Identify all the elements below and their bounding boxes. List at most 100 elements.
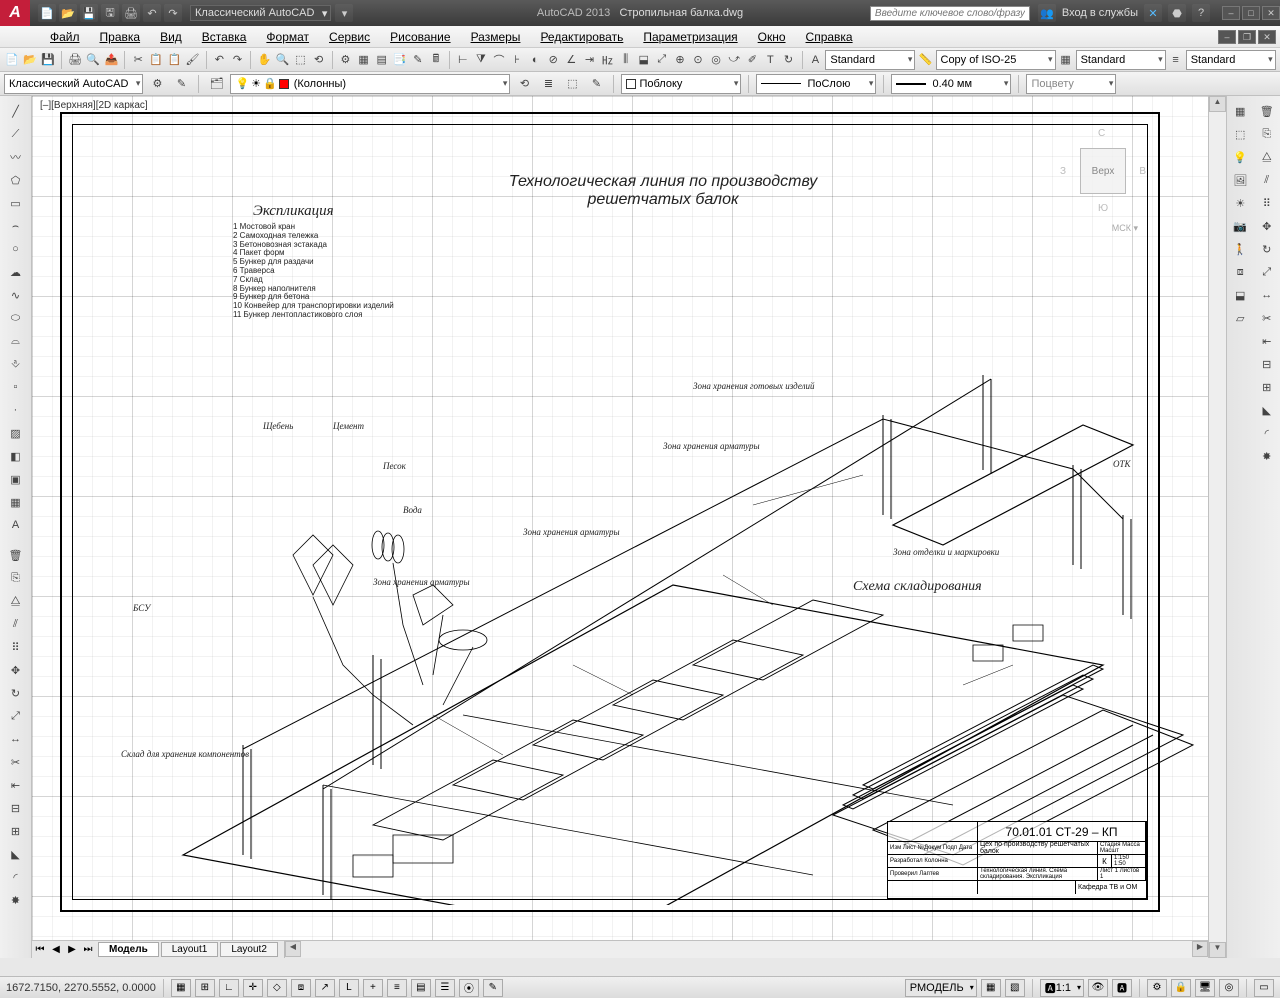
status-lwt-icon[interactable]: ≡	[387, 979, 407, 997]
tablestyle-dropdown[interactable]: Standard	[1076, 50, 1166, 70]
dimstyle-icon[interactable]: 📏	[917, 50, 933, 70]
circle-icon[interactable]: ○	[4, 238, 28, 260]
status-ducs-icon[interactable]: L	[339, 979, 359, 997]
app-logo[interactable]: A	[0, 0, 30, 26]
dimcont-icon[interactable]: ⫼	[618, 50, 634, 70]
mlstyle-dropdown[interactable]: Standard	[1186, 50, 1276, 70]
menu-edit[interactable]: Правка	[90, 28, 151, 46]
hscroll-track[interactable]	[301, 941, 1192, 958]
workspace-dropdown[interactable]: Классический AutoCAD	[190, 5, 331, 21]
status-tpy-icon[interactable]: ▤	[411, 979, 431, 997]
palette-chamfer2-icon[interactable]: ◣	[1256, 399, 1278, 421]
tab-layout1[interactable]: Layout1	[161, 942, 219, 957]
status-dyn-icon[interactable]: +	[363, 979, 383, 997]
stretch-icon[interactable]: ↔	[4, 728, 28, 750]
menu-service[interactable]: Сервис	[319, 28, 380, 46]
spline-icon[interactable]: ∿	[4, 284, 28, 306]
mlstyle-icon[interactable]: ≡	[1168, 50, 1184, 70]
qat-undo-icon[interactable]: ↶	[143, 4, 161, 22]
status-quickview2-icon[interactable]: ▧	[1005, 979, 1025, 997]
diminspect-icon[interactable]: ◎	[708, 50, 724, 70]
offset-icon[interactable]: ⫽	[4, 613, 28, 635]
dimalign-icon[interactable]: ⧩	[473, 50, 489, 70]
dimang-icon[interactable]: ∠	[563, 50, 579, 70]
properties-icon[interactable]: ⚙	[337, 50, 353, 70]
palette-sun-icon[interactable]: ☀	[1229, 192, 1251, 214]
layer-match-icon[interactable]: ✎	[586, 74, 606, 94]
palette-copy2-icon[interactable]: ⎘	[1256, 123, 1278, 145]
qat-save-icon[interactable]: 💾	[80, 4, 98, 22]
dimradius-icon[interactable]: ◐	[527, 50, 543, 70]
preview-icon[interactable]: 🔍	[85, 50, 101, 70]
plot-icon[interactable]: 🖨	[67, 50, 83, 70]
redo-icon[interactable]: ↷	[229, 50, 245, 70]
status-3dosnap-icon[interactable]: ⧈	[291, 979, 311, 997]
extend-icon[interactable]: ⇤	[4, 774, 28, 796]
status-qp-icon[interactable]: ☰	[435, 979, 455, 997]
close-button[interactable]: ✕	[1262, 6, 1280, 20]
palette-trim2-icon[interactable]: ✂	[1256, 307, 1278, 329]
vscroll-up[interactable]: ▲	[1209, 96, 1226, 112]
layer-prev-icon[interactable]: ⟲	[514, 74, 534, 94]
line-icon[interactable]: ╱	[4, 100, 28, 122]
menu-draw[interactable]: Рисование	[380, 28, 460, 46]
status-am-icon[interactable]: ✎	[483, 979, 503, 997]
status-isolate-icon[interactable]: ◎	[1219, 979, 1239, 997]
menu-dimensions[interactable]: Размеры	[461, 28, 531, 46]
qat-open-icon[interactable]: 📂	[59, 4, 77, 22]
menu-help[interactable]: Справка	[796, 28, 863, 46]
arc-icon[interactable]: ⌢	[4, 215, 28, 237]
block-icon[interactable]: ▫	[4, 376, 28, 398]
menu-parametric[interactable]: Параметризация	[633, 28, 747, 46]
status-quickview-icon[interactable]: ▦	[981, 979, 1001, 997]
break-icon[interactable]: ⊟	[4, 797, 28, 819]
match-icon[interactable]: 🖌	[184, 50, 200, 70]
qat-new-icon[interactable]: 📄	[38, 4, 56, 22]
color-dropdown[interactable]: Поблоку	[621, 74, 741, 94]
help-icon[interactable]: ?	[1192, 4, 1210, 22]
menu-modify[interactable]: Редактировать	[530, 28, 633, 46]
status-grid-icon[interactable]: ⊞	[195, 979, 215, 997]
hscroll-left[interactable]: ◀	[285, 941, 301, 957]
palette-move2-icon[interactable]: ✥	[1256, 215, 1278, 237]
palette-lights-icon[interactable]: 💡	[1229, 146, 1251, 168]
palette-section-icon[interactable]: ⬓	[1229, 284, 1251, 306]
infocenter-icon[interactable]: 👥	[1038, 4, 1056, 22]
centermark-icon[interactable]: ⊙	[690, 50, 706, 70]
sheetset-icon[interactable]: 📑	[392, 50, 408, 70]
doc-close-button[interactable]: ✕	[1258, 30, 1276, 44]
status-osnap-icon[interactable]: ◇	[267, 979, 287, 997]
dimbreak-icon[interactable]: ⤢	[654, 50, 670, 70]
palette-visualstyles-icon[interactable]: ⬚	[1229, 123, 1251, 145]
dimarc-icon[interactable]: ⌒	[491, 50, 507, 70]
menu-view[interactable]: Вид	[150, 28, 192, 46]
tab-nav-next[interactable]: ▶	[64, 944, 80, 955]
workspace-save-icon[interactable]: ✎	[171, 74, 191, 94]
maximize-button[interactable]: □	[1242, 6, 1260, 20]
palette-render-icon[interactable]: 🖼	[1229, 169, 1251, 191]
fillet-icon[interactable]: ◜	[4, 866, 28, 888]
open-icon[interactable]: 📂	[22, 50, 38, 70]
doc-restore-button[interactable]: ❐	[1238, 30, 1256, 44]
lineweight-dropdown[interactable]: 0.40 мм	[891, 74, 1011, 94]
join-icon[interactable]: ⊞	[4, 820, 28, 842]
status-snap-icon[interactable]: ▦	[171, 979, 191, 997]
workspace-settings-icon[interactable]: ⚙	[147, 74, 167, 94]
array-icon[interactable]: ⠿	[4, 636, 28, 658]
layer-iso-icon[interactable]: ⬚	[562, 74, 582, 94]
vscroll-track[interactable]	[1209, 112, 1226, 942]
status-otrack-icon[interactable]: ↗	[315, 979, 335, 997]
palette-3dalign-icon[interactable]: ⧈	[1229, 261, 1251, 283]
move-icon[interactable]: ✥	[4, 659, 28, 681]
xline-icon[interactable]: ⟋	[4, 123, 28, 145]
qat-plot-icon[interactable]: 🖨	[122, 4, 140, 22]
status-sc-icon[interactable]: ⦿	[459, 979, 479, 997]
dimbase-icon[interactable]: ㎐	[600, 50, 616, 70]
undo-icon[interactable]: ↶	[211, 50, 227, 70]
status-model-button[interactable]: РМОДЕЛЬ	[905, 979, 977, 997]
viewport-label[interactable]: [–][Верхняя][2D каркас]	[40, 100, 148, 111]
qat-more-icon[interactable]: ▾	[335, 4, 353, 22]
ellipsearc-icon[interactable]: ⌓	[4, 330, 28, 352]
text-a-icon[interactable]: A	[807, 50, 823, 70]
palette-fillet2-icon[interactable]: ◜	[1256, 422, 1278, 444]
